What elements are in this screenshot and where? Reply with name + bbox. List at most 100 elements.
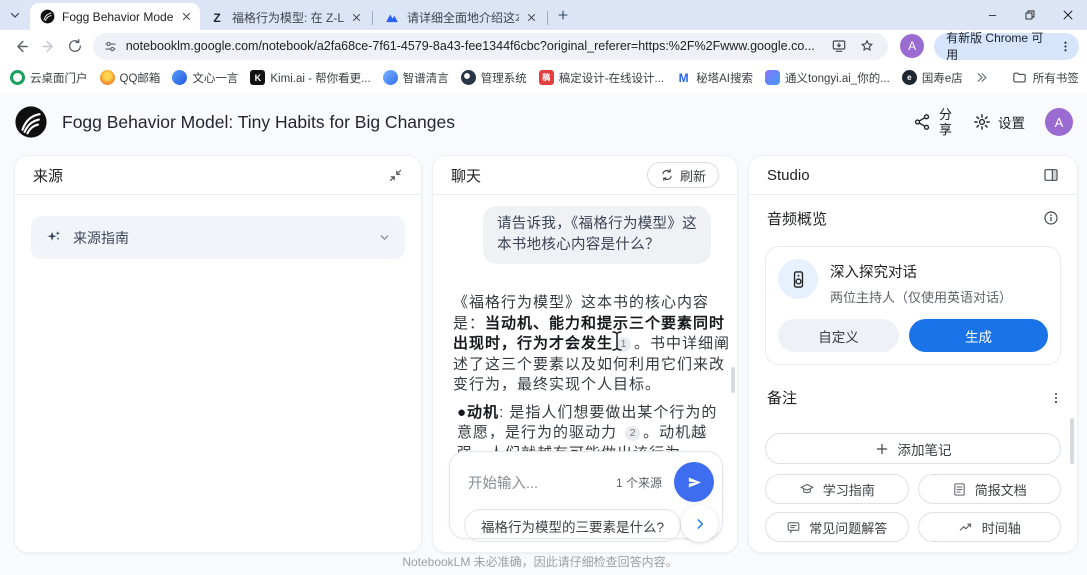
add-note-label: 添加笔记 [898,439,952,459]
address-bar[interactable]: notebooklm.google.com/notebook/a2fa68ce-… [93,33,888,60]
bookmarks-bar: 云桌面门户 QQ邮箱 文心一言 KKimi.ai - 帮你看更... 智谱清言 … [0,62,1087,93]
refresh-chat-button[interactable]: 刷新 [647,162,719,188]
bookmark-item[interactable]: 云桌面门户 [10,70,88,86]
browser-profile-avatar[interactable]: A [900,34,924,58]
customize-button[interactable]: 自定义 [778,319,899,352]
refresh-label: 刷新 [680,166,706,185]
bookmarks-overflow-chevron-icon[interactable] [975,71,988,84]
chip-label: 常见问题解答 [809,518,887,537]
bookmark-favicon [100,70,115,85]
notes-section-title: 备注 [767,387,797,408]
back-button[interactable] [8,33,35,60]
bookmark-item[interactable]: 通义tongyi.ai_你的... [765,70,890,86]
share-label: 分享 [938,107,953,137]
speaker-icon [778,259,818,299]
window-minimize-button[interactable] [973,0,1011,30]
app-user-avatar[interactable]: A [1045,108,1073,136]
browser-tab-metaso[interactable]: 请详细全面地介绍这本书《福格 [375,5,545,30]
bookmark-favicon [10,70,25,85]
bookmark-favicon [765,70,780,85]
chip-label: 简报文档 [975,480,1027,499]
settings-label: 设置 [998,112,1025,132]
studio-panel-title: Studio [767,167,810,184]
studio-scrollbar-thumb[interactable] [1070,418,1074,464]
gear-icon [973,113,991,131]
reload-button[interactable] [62,33,89,60]
chat-input-card: 开始输入... 1 个来源 福格行为模型的三要素是什么? [449,451,723,539]
install-app-icon[interactable] [828,35,850,57]
panel-layout-icon[interactable] [1043,167,1059,183]
settings-button[interactable]: 设置 [973,112,1025,132]
add-note-button[interactable]: 添加笔记 [765,433,1061,464]
all-bookmarks-button[interactable]: 所有书签 [1012,70,1079,86]
tab-search-chevron-icon[interactable] [0,0,30,30]
window-close-button[interactable] [1049,0,1087,30]
folder-icon [1012,70,1027,85]
metaso-favicon-icon [384,10,400,26]
bookmark-item[interactable]: QQ邮箱 [100,70,161,86]
browser-tab-notebooklm[interactable]: Fogg Behavior Model: Tiny H [30,3,200,30]
sources-panel: 来源 来源指南 [14,155,422,553]
graduation-cap-icon [799,481,815,497]
bookmark-item[interactable]: 管理系统 [461,70,527,86]
all-bookmarks-label: 所有书签 [1033,70,1079,86]
briefing-doc-chip[interactable]: 简报文档 [918,474,1062,504]
bookmark-item[interactable]: KKimi.ai - 帮你看更... [250,70,370,86]
tab-title: Fogg Behavior Model: Tiny H [62,10,174,24]
bookmark-label: 云桌面门户 [30,70,88,86]
chrome-update-chip[interactable]: 有新版 Chrome 可用 [934,33,1079,60]
tab-divider [372,11,373,25]
bookmark-label: Kimi.ai - 帮你看更... [270,70,370,86]
bookmark-item[interactable]: 文心一言 [172,70,238,86]
studio-panel: Studio 音频概览 深入探究对话 两位主持人（仅使用英语对话） [748,155,1078,553]
url-text[interactable]: notebooklm.google.com/notebook/a2fa68ce-… [126,39,822,53]
disclaimer-text: NotebookLM 未必准确，因此请仔细检查回答内容。 [330,553,750,570]
browser-tab-zlibrary[interactable]: Z 福格行为模型: 在 Z-Library 上 [200,5,370,30]
bookmark-item[interactable]: e国寿e店 [902,70,963,86]
notebook-title[interactable]: Fogg Behavior Model: Tiny Habits for Big… [62,112,455,133]
bookmark-item[interactable]: M秘塔AI搜索 [676,70,753,86]
forward-button[interactable] [35,33,62,60]
send-button[interactable] [674,462,714,502]
assistant-answer: 《福格行为模型》这本书的核心内容是：当动机、能力和提示三个要素同时出现时，行为才… [453,293,731,396]
tab-close-icon[interactable] [523,10,539,26]
source-guide-label: 来源指南 [73,228,129,248]
bookmark-star-icon[interactable] [856,35,878,57]
generate-button[interactable]: 生成 [909,319,1048,352]
notebooklm-favicon-icon [39,9,55,25]
window-restore-button[interactable] [1011,0,1049,30]
source-guide-button[interactable]: 来源指南 [31,216,405,259]
study-guide-chip[interactable]: 学习指南 [765,474,909,504]
notes-menu-icon[interactable] [1049,391,1063,405]
tab-close-icon[interactable] [178,9,194,25]
bookmark-label: 国寿e店 [922,70,963,86]
user-message-bubble: 请告诉我，《福格行为模型》这本书地核心内容是什么？ [483,206,711,264]
deep-dive-card: 深入探究对话 两位主持人（仅使用英语对话） 自定义 生成 [765,246,1061,365]
next-suggestion-button[interactable] [681,505,718,542]
notebooklm-logo-icon [14,105,48,139]
notebooklm-app: Fogg Behavior Model: Tiny Habits for Big… [0,93,1087,575]
audio-overview-title: 音频概览 [767,208,827,229]
zlibrary-favicon-icon: Z [209,10,225,26]
new-tab-button[interactable] [550,2,576,28]
tab-close-icon[interactable] [348,10,364,26]
browser-tabstrip: Fogg Behavior Model: Tiny H Z 福格行为模型: 在 … [0,0,1087,30]
browser-menu-icon[interactable] [1055,36,1075,56]
trend-line-icon [958,519,974,535]
info-icon[interactable] [1043,210,1059,226]
collapse-panel-icon[interactable] [388,168,403,183]
bookmark-favicon: 稿 [539,70,554,85]
share-button[interactable]: 分享 [913,107,953,137]
chevron-down-icon[interactable] [378,231,391,244]
deep-dive-subtitle: 两位主持人（仅使用英语对话） [830,287,1012,306]
chat-scrollbar-thumb[interactable] [731,367,735,393]
bookmark-item[interactable]: 智谱清言 [383,70,449,86]
chip-label: 时间轴 [982,518,1021,537]
suggested-question-chip[interactable]: 福格行为模型的三要素是什么? [464,509,681,542]
faq-chip[interactable]: 常见问题解答 [765,512,909,542]
timeline-chip[interactable]: 时间轴 [918,512,1062,542]
bookmark-favicon [383,70,398,85]
bookmark-item[interactable]: 稿稿定设计-在线设计... [539,70,664,86]
site-info-icon[interactable] [103,39,118,54]
chat-input-field[interactable]: 开始输入... [468,472,538,493]
